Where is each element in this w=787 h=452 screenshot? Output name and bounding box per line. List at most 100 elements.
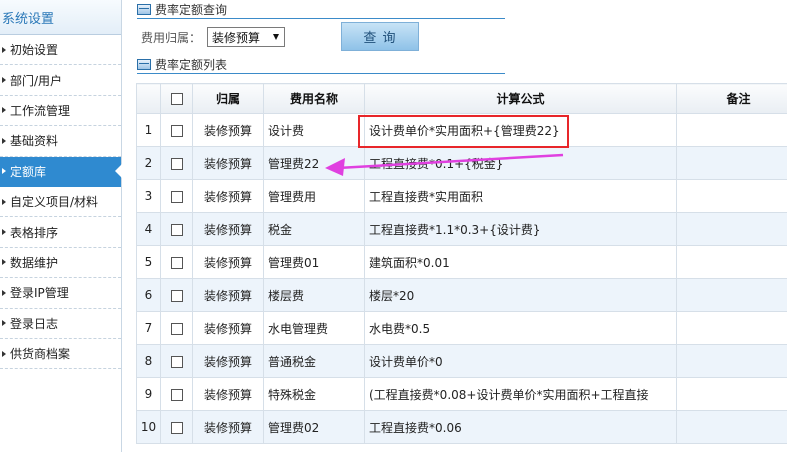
sidebar-title: 系统设置 [2,11,55,27]
sidebar-item[interactable]: 初始设置 [0,35,121,66]
sidebar-item[interactable]: 登录IP管理 [0,278,121,309]
row-owner: 装修预算 [192,410,264,444]
sidebar-item[interactable]: 自定义项目/材料 [0,187,121,218]
row-index: 9 [136,377,161,411]
sidebar-item-label: 登录IP管理 [10,286,69,301]
sidebar-item-label: 工作流管理 [10,103,71,118]
arrow-right-icon [2,198,6,205]
arrow-right-icon [2,229,6,236]
table-row[interactable]: 8 装修预算 普通税金 设计费单价*0 [136,344,787,378]
row-formula: 工程直接费*0.06 [364,410,677,444]
arrow-right-icon [2,289,6,296]
row-index: 1 [136,113,161,147]
row-checkbox[interactable] [160,344,193,378]
row-remark [676,410,787,444]
row-owner: 装修预算 [192,179,264,213]
row-index: 7 [136,311,161,345]
main-content: 费率定额查询 费用归属： 装修预算 查 询 费率定额列表 归属 费用名称 计算公… [123,0,787,452]
row-checkbox[interactable] [160,146,193,180]
row-checkbox[interactable] [160,278,193,312]
sidebar-item-label: 初始设置 [10,43,59,58]
row-name: 管理费02 [263,410,365,444]
row-remark [676,344,787,378]
sidebar-item[interactable]: 基础资料 [0,126,121,157]
row-owner: 装修预算 [192,377,264,411]
row-formula: (工程直接费*0.08+设计费单价*实用面积+工程直接 [364,377,677,411]
row-checkbox[interactable] [160,377,193,411]
sidebar-item-label: 部门/用户 [10,73,63,88]
query-button[interactable]: 查 询 [341,22,419,51]
table-row[interactable]: 3 装修预算 管理费用 工程直接费*实用面积 [136,179,787,213]
row-name: 水电管理费 [263,311,365,345]
row-remark [676,278,787,312]
table-row[interactable]: 4 装修预算 税金 工程直接费*1.1*0.3+{设计费} [136,212,787,246]
arrow-right-icon [2,259,6,266]
table-row[interactable]: 5 装修预算 管理费01 建筑面积*0.01 [136,245,787,279]
table-row[interactable]: 6 装修预算 楼层费 楼层*20 [136,278,787,312]
sidebar-item-label: 数据维护 [10,255,59,270]
row-name: 税金 [263,212,365,246]
row-checkbox[interactable] [160,245,193,279]
row-index: 8 [136,344,161,378]
row-remark [676,245,787,279]
row-owner: 装修预算 [192,245,264,279]
row-formula: 工程直接费*实用面积 [364,179,677,213]
sidebar: 系统设置 初始设置部门/用户工作流管理基础资料 定额库自定义项目/材料表格排序数据… [0,0,122,452]
col-owner: 归属 [192,83,264,114]
sidebar-item[interactable]: 供货商档案 [0,339,121,370]
sidebar-item[interactable]: 部门/用户 [0,65,121,96]
sidebar-item-label: 自定义项目/材料 [10,195,99,210]
select-all-checkbox[interactable] [160,83,193,114]
row-remark [676,179,787,213]
sidebar-item[interactable]: 工作流管理 [0,96,121,127]
row-remark [676,113,787,147]
sidebar-item[interactable]: 定额库 [0,156,122,187]
filter-label: 费用归属： [141,30,202,45]
arrow-right-icon [2,107,6,114]
row-name: 管理费用 [263,179,365,213]
sidebar-item[interactable]: 数据维护 [0,248,121,279]
col-name: 费用名称 [263,83,365,114]
row-formula: 建筑面积*0.01 [364,245,677,279]
row-owner: 装修预算 [192,146,264,180]
row-name: 普通税金 [263,344,365,378]
row-remark [676,146,787,180]
sidebar-item[interactable]: 登录日志 [0,309,121,339]
table-row[interactable]: 7 装修预算 水电管理费 水电费*0.5 [136,311,787,345]
col-index [136,83,161,114]
row-checkbox[interactable] [160,212,193,246]
row-checkbox[interactable] [160,113,193,147]
row-owner: 装修预算 [192,113,264,147]
row-remark [676,311,787,345]
table-row[interactable]: 10 装修预算 管理费02 工程直接费*0.06 [136,410,787,444]
row-remark [676,377,787,411]
col-remark: 备注 [676,83,787,114]
sidebar-item-label: 登录日志 [10,316,59,331]
table-row[interactable]: 9 装修预算 特殊税金 (工程直接费*0.08+设计费单价*实用面积+工程直接 [136,377,787,411]
sidebar-item[interactable]: 表格排序 [0,217,121,248]
row-index: 2 [136,146,161,180]
fee-owner-select[interactable]: 装修预算 [207,27,286,47]
table-row[interactable]: 2 装修预算 管理费22 工程直接费*0.1+{税金} [136,146,787,180]
row-name: 楼层费 [263,278,365,312]
row-index: 4 [136,212,161,246]
row-checkbox[interactable] [160,311,193,345]
arrow-right-icon [2,320,6,327]
row-checkbox[interactable] [160,410,193,444]
col-formula: 计算公式 [364,83,677,114]
arrow-right-icon [2,46,6,53]
row-formula: 水电费*0.5 [364,311,677,345]
row-formula: 工程直接费*1.1*0.3+{设计费} [364,212,677,246]
row-owner: 装修预算 [192,212,264,246]
panel-icon [137,59,151,70]
row-owner: 装修预算 [192,311,264,345]
arrow-right-icon [2,350,6,357]
row-remark [676,212,787,246]
highlight-box [358,115,569,148]
filter-row: 费用归属： 装修预算 [141,27,286,47]
panel-icon [137,4,151,15]
row-checkbox[interactable] [160,179,193,213]
query-section-title: 费率定额查询 [137,1,505,19]
sidebar-header: 系统设置 [0,0,121,35]
arrow-right-icon [2,77,6,84]
